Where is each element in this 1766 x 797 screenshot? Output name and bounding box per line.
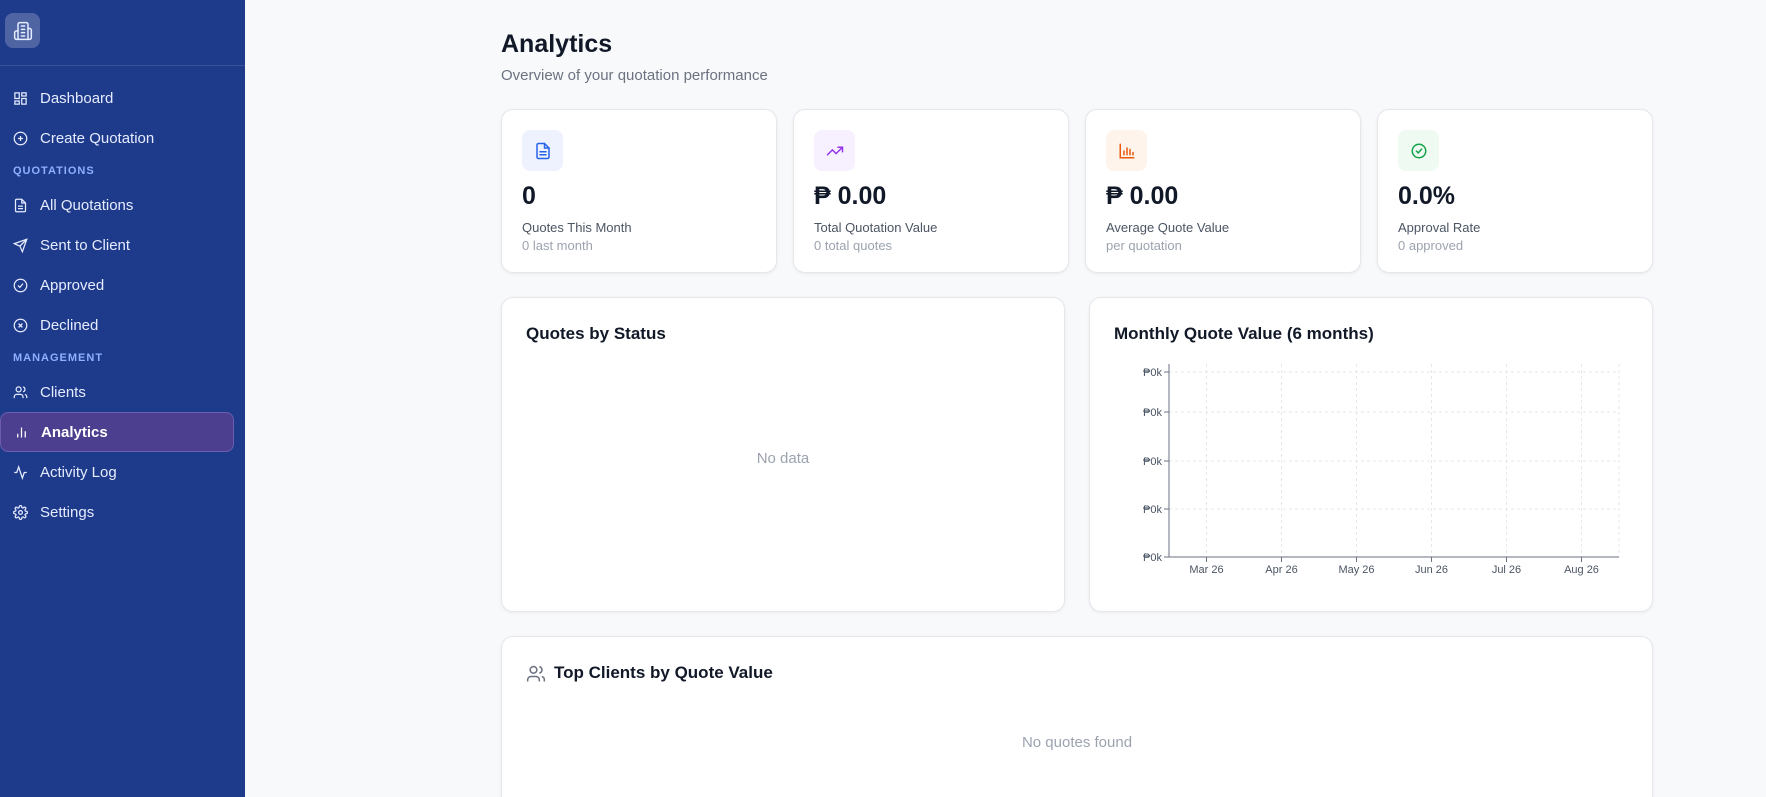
stat-card-average-quote-value: ₱ 0.00 Average Quote Value per quotation: [1085, 109, 1361, 273]
sidebar-item-label: Activity Log: [40, 463, 117, 481]
sidebar-item-create-quotation[interactable]: Create Quotation: [0, 118, 234, 158]
sidebar-header: [0, 0, 245, 66]
quotes-by-status-panel: Quotes by Status No data: [501, 297, 1065, 612]
plus-circle-icon: [13, 131, 28, 145]
sidebar-item-activity-log[interactable]: Activity Log: [0, 452, 234, 492]
stat-card-quotes-this-month: 0 Quotes This Month 0 last month: [501, 109, 777, 273]
sidebar-item-label: Dashboard: [40, 89, 114, 107]
users-icon: [13, 385, 28, 398]
send-icon: [13, 237, 28, 253]
sidebar-item-dashboard[interactable]: Dashboard: [0, 78, 234, 118]
page-title: Analytics: [501, 30, 613, 58]
stat-card-total-quotation-value: ₱ 0.00 Total Quotation Value 0 total quo…: [793, 109, 1069, 273]
sidebar-item-label: Approved: [40, 276, 105, 294]
x-tick-label: Jul 26: [1492, 564, 1521, 576]
x-tick-label: Mar 26: [1189, 564, 1223, 576]
building-icon[interactable]: [5, 13, 40, 48]
y-tick-label: ₱0k: [1143, 367, 1162, 379]
sidebar-item-label: Analytics: [41, 423, 108, 441]
x-tick-label: Jun 26: [1415, 564, 1448, 576]
check-circle-icon: [13, 278, 28, 292]
stat-sub: per quotation: [1106, 238, 1182, 253]
sidebar: Dashboard Create Quotation QUOTATIONS Al…: [0, 0, 245, 797]
y-tick-label: ₱0k: [1143, 407, 1162, 419]
stat-label: Average Quote Value: [1106, 220, 1230, 235]
sidebar-item-label: All Quotations: [40, 196, 134, 214]
stat-sub: 0 approved: [1398, 238, 1464, 253]
sidebar-item-all-quotations[interactable]: All Quotations: [0, 185, 234, 225]
trending-up-icon: [814, 130, 855, 171]
bar-chart-icon: [1106, 130, 1147, 171]
stat-value: ₱ 0.00: [814, 182, 887, 210]
page-subtitle: Overview of your quotation performance: [501, 67, 768, 84]
x-circle-icon: [13, 318, 28, 332]
document-icon: [522, 130, 563, 171]
activity-icon: [14, 464, 27, 480]
section-label-management: MANAGEMENT: [13, 352, 104, 364]
y-tick-label: ₱0k: [1143, 456, 1162, 468]
sidebar-item-sent-to-client[interactable]: Sent to Client: [0, 225, 234, 265]
x-tick-label: Aug 26: [1564, 564, 1599, 576]
y-tick-label: ₱0k: [1143, 504, 1162, 516]
stat-value: ₱ 0.00: [1106, 182, 1179, 210]
empty-state-text: No quotes found: [1021, 734, 1133, 751]
empty-state-text: No data: [756, 450, 810, 467]
x-tick-label: May 26: [1338, 564, 1374, 576]
bar-chart-icon: [17, 427, 26, 437]
section-label-quotations: QUOTATIONS: [13, 165, 95, 177]
monthly-quote-value-chart: ₱0k ₱0k ₱0k ₱0k ₱0k Mar 26 Apr 26 May 26 Jun 26 J…: [1143, 364, 1620, 576]
panel-title: Top Clients by Quote Value: [554, 663, 773, 682]
x-tick-label: Apr 26: [1265, 564, 1297, 576]
stat-label: Total Quotation Value: [814, 220, 938, 235]
users-icon: [526, 665, 546, 682]
document-icon: [14, 198, 27, 212]
sidebar-item-label: Declined: [40, 316, 99, 334]
stat-value: 0: [522, 182, 536, 210]
sidebar-item-approved[interactable]: Approved: [0, 265, 234, 305]
sidebar-item-label: Create Quotation: [40, 129, 155, 147]
sidebar-item-settings[interactable]: Settings: [0, 492, 234, 532]
dashboard-icon: [14, 91, 27, 105]
sidebar-item-label: Sent to Client: [40, 236, 131, 254]
stat-label: Approval Rate: [1398, 220, 1481, 235]
stat-sub: 0 total quotes: [814, 238, 893, 253]
monthly-quote-value-panel: Monthly Quote Value (6 months) ₱0k ₱0k ₱0k…: [1089, 297, 1653, 612]
sidebar-item-declined[interactable]: Declined: [0, 305, 234, 345]
stat-sub: 0 last month: [522, 238, 593, 253]
gear-icon: [13, 504, 28, 520]
sidebar-item-analytics[interactable]: Analytics: [0, 412, 234, 452]
check-circle-icon: [1398, 130, 1439, 171]
top-clients-panel: Top Clients by Quote Value No quotes fou…: [501, 636, 1653, 797]
sidebar-item-clients[interactable]: Clients: [0, 372, 234, 412]
panel-title: Quotes by Status: [526, 324, 666, 343]
sidebar-item-label: Clients: [40, 383, 86, 401]
stat-card-approval-rate: 0.0% Approval Rate 0 approved: [1377, 109, 1653, 273]
stat-label: Quotes This Month: [522, 220, 632, 235]
sidebar-item-label: Settings: [40, 503, 95, 521]
y-tick-label: ₱0k: [1143, 552, 1162, 564]
stat-value: 0.0%: [1398, 182, 1455, 210]
